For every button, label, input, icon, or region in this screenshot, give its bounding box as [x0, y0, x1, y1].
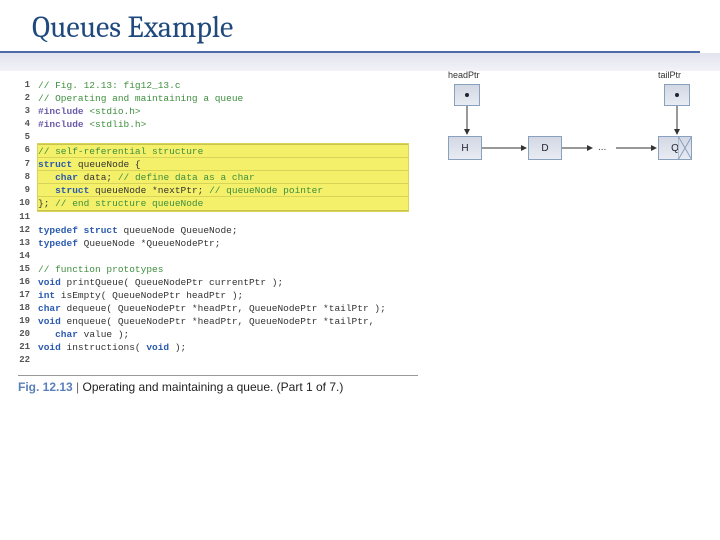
code-listing: 1// Fig. 12.13: fig12_13.c2// Operating …	[18, 79, 418, 367]
code-source: char value );	[38, 328, 129, 341]
line-number: 5	[18, 131, 38, 144]
figure-caption: Fig. 12.13 | Operating and maintaining a…	[18, 375, 418, 394]
code-line: 19void enqueue( QueueNodePtr *headPtr, Q…	[18, 315, 418, 328]
code-line: 8 char data; // define data as a char	[18, 171, 418, 184]
code-source: int isEmpty( QueueNodePtr headPtr );	[38, 289, 243, 302]
line-number: 3	[18, 105, 38, 118]
code-source: void enqueue( QueueNodePtr *headPtr, Que…	[38, 315, 374, 328]
decorative-band	[0, 53, 720, 71]
line-number: 6	[18, 144, 38, 158]
caption-rule	[18, 375, 418, 376]
code-line: 1// Fig. 12.13: fig12_13.c	[18, 79, 418, 92]
code-source: // Operating and maintaining a queue	[38, 92, 243, 105]
code-source: }; // end structure queueNode	[38, 197, 408, 211]
line-number: 21	[18, 341, 38, 354]
code-source: // function prototypes	[38, 263, 163, 276]
code-source: char dequeue( QueueNodePtr *headPtr, Que…	[38, 302, 386, 315]
code-line: 16void printQueue( QueueNodePtr currentP…	[18, 276, 418, 289]
line-number: 20	[18, 328, 38, 341]
line-number: 11	[18, 211, 38, 224]
queue-diagram: headPtr tailPtr H D ... Q	[432, 70, 712, 190]
code-line: 15// function prototypes	[18, 263, 418, 276]
code-source: struct queueNode {	[38, 158, 408, 171]
code-line: 9 struct queueNode *nextPtr; // queueNod…	[18, 184, 418, 197]
code-source: struct queueNode *nextPtr; // queueNode …	[38, 184, 408, 197]
diagram-arrows	[432, 70, 712, 200]
code-line: 6// self-referential structure	[18, 144, 418, 158]
caption-separator: |	[76, 380, 79, 394]
code-source: #include <stdio.h>	[38, 105, 141, 118]
code-source: #include <stdlib.h>	[38, 118, 146, 131]
code-line: 4#include <stdlib.h>	[18, 118, 418, 131]
code-line: 17int isEmpty( QueueNodePtr headPtr );	[18, 289, 418, 302]
title-area: Queues Example	[0, 0, 720, 49]
line-number: 9	[18, 184, 38, 197]
code-source: typedef QueueNode *QueueNodePtr;	[38, 237, 220, 250]
code-source: // Fig. 12.13: fig12_13.c	[38, 79, 181, 92]
code-line: 7struct queueNode {	[18, 158, 418, 171]
caption-text: Fig. 12.13 | Operating and maintaining a…	[18, 380, 418, 394]
code-line: 14	[18, 250, 418, 263]
code-line: 12typedef struct queueNode QueueNode;	[18, 224, 418, 237]
line-number: 17	[18, 289, 38, 302]
code-source: // self-referential structure	[38, 144, 408, 158]
line-number: 18	[18, 302, 38, 315]
line-number: 7	[18, 158, 38, 171]
code-line: 22	[18, 354, 418, 367]
line-number: 10	[18, 197, 38, 211]
line-number: 4	[18, 118, 38, 131]
slide-title: Queues Example	[32, 10, 700, 45]
line-number: 14	[18, 250, 38, 263]
code-line: 21void instructions( void );	[18, 341, 418, 354]
line-number: 19	[18, 315, 38, 328]
code-line: 2// Operating and maintaining a queue	[18, 92, 418, 105]
caption-fig-number: Fig. 12.13	[18, 380, 73, 394]
line-number: 13	[18, 237, 38, 250]
line-number: 1	[18, 79, 38, 92]
code-line: 11	[18, 211, 418, 224]
code-source: char data; // define data as a char	[38, 171, 408, 184]
line-number: 15	[18, 263, 38, 276]
code-line: 13typedef QueueNode *QueueNodePtr;	[18, 237, 418, 250]
code-line: 18char dequeue( QueueNodePtr *headPtr, Q…	[18, 302, 418, 315]
code-source: void printQueue( QueueNodePtr currentPtr…	[38, 276, 283, 289]
line-number: 16	[18, 276, 38, 289]
line-number: 2	[18, 92, 38, 105]
line-number: 22	[18, 354, 38, 367]
code-line: 10}; // end structure queueNode	[18, 197, 418, 211]
caption-body: Operating and maintaining a queue. (Part…	[83, 380, 344, 394]
code-line: 5	[18, 131, 418, 144]
code-line: 3#include <stdio.h>	[18, 105, 418, 118]
code-source: void instructions( void );	[38, 341, 186, 354]
code-line: 20 char value );	[18, 328, 418, 341]
line-number: 8	[18, 171, 38, 184]
line-number: 12	[18, 224, 38, 237]
code-source: typedef struct queueNode QueueNode;	[38, 224, 238, 237]
